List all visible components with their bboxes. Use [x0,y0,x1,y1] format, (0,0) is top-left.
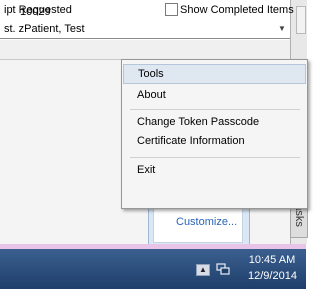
customize-link[interactable]: Customize... [176,216,237,228]
show-hidden-icons-button[interactable]: ▲ [196,264,210,276]
menu-item-change-token-passcode[interactable]: Change Token Passcode [123,112,306,132]
show-completed-label[interactable]: Show Completed Items [180,4,294,16]
patient-selector[interactable]: st. zPatient, Test ▼ [0,21,290,39]
menu-separator [130,109,300,110]
menu-item-exit[interactable]: Exit [123,160,306,180]
menu-item-tools[interactable]: Tools [123,64,306,84]
menu-item-about[interactable]: About [123,85,306,105]
chevron-down-icon[interactable]: ▼ [276,23,288,35]
menu-item-label: Exit [137,164,156,176]
menu-item-label: About [137,89,166,101]
clock-time[interactable]: 10:45 AM [248,254,296,266]
menu-separator [130,157,300,158]
patient-name: st. zPatient, Test [4,23,85,35]
menu-item-label: Tools [138,68,164,80]
show-completed-checkbox[interactable] [165,3,178,16]
clock-date[interactable]: 12/9/2014 [248,270,297,282]
filter-bar [0,40,290,60]
menu-item-label: Certificate Information [137,135,245,147]
receipt-status-label: ipt Requested [4,4,72,16]
network-icon[interactable] [216,262,230,276]
collapse-button[interactable] [296,6,306,34]
menu-item-label: Change Token Passcode [137,116,260,128]
menu-item-certificate-information[interactable]: Certificate Information [123,131,306,151]
